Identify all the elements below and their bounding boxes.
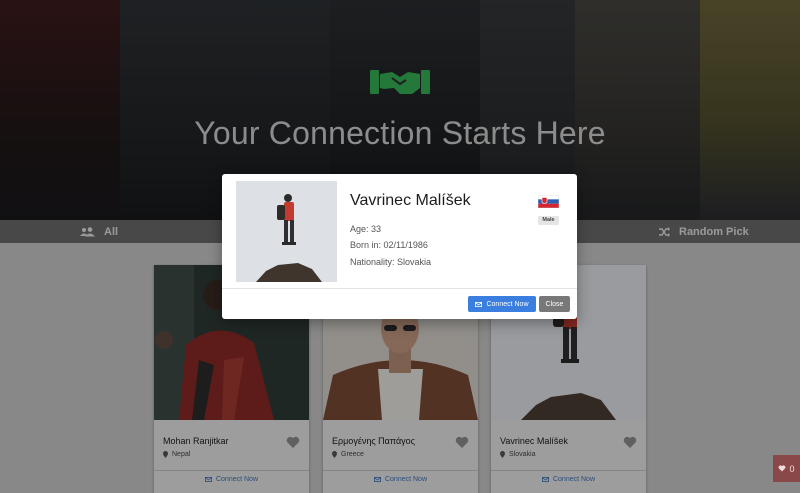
modal-connect-label: Connect Now (486, 300, 529, 308)
modal-nationality: Nationality: Slovakia (350, 257, 432, 267)
modal-connect-button[interactable]: Connect Now (468, 296, 536, 312)
envelope-icon (475, 301, 483, 307)
modal-close-button[interactable]: Close (539, 296, 570, 312)
modal-profile-photo (236, 181, 337, 282)
modal-age: Age: 33 (350, 224, 382, 234)
profile-modal: Vavrinec Malíšek Age: 33 Born in: 02/11/… (222, 174, 577, 319)
modal-divider (222, 288, 577, 289)
favorites-button[interactable]: 0 (773, 455, 800, 482)
slovakia-flag-icon (538, 195, 559, 208)
favorites-count: 0 (789, 463, 795, 474)
modal-name: Vavrinec Malíšek (350, 192, 471, 209)
heart-icon (779, 465, 786, 472)
gender-badge: Male (538, 216, 559, 225)
modal-born: Born in: 02/11/1986 (350, 240, 428, 250)
